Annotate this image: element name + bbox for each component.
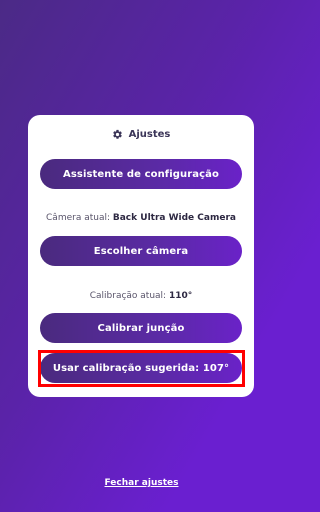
current-calibration-line: Calibração atual: 110° <box>28 290 254 302</box>
gear-icon <box>112 129 123 140</box>
current-camera-label: Câmera atual: <box>46 213 110 223</box>
current-camera-value: Back Ultra Wide Camera <box>112 213 236 223</box>
current-calibration-label: Calibração atual: <box>89 291 167 301</box>
setup-assistant-button-label: Assistente de configuração <box>63 168 219 180</box>
choose-camera-button-label: Escolher câmera <box>93 245 189 257</box>
current-camera-line: Câmera atual: Back Ultra Wide Camera <box>28 212 254 224</box>
setup-assistant-button[interactable]: Assistente de configuração <box>40 159 242 189</box>
close-settings-link[interactable]: Fechar ajustes <box>0 477 283 489</box>
calibrate-junction-button-label: Calibrar junção <box>97 322 185 334</box>
use-suggested-calibration-button-label: Usar calibração sugerida: 107° <box>52 362 230 374</box>
choose-camera-button[interactable]: Escolher câmera <box>40 236 242 266</box>
settings-title-label: Ajustes <box>128 128 171 140</box>
close-settings-link-label: Fechar ajustes <box>104 478 179 488</box>
settings-card: Ajustes Assistente de configuração Câmer… <box>28 115 254 397</box>
settings-title: Ajustes <box>28 127 254 141</box>
calibrate-junction-button[interactable]: Calibrar junção <box>40 313 242 343</box>
current-calibration-value: 110° <box>168 291 193 301</box>
use-suggested-calibration-button[interactable]: Usar calibração sugerida: 107° <box>40 353 242 383</box>
